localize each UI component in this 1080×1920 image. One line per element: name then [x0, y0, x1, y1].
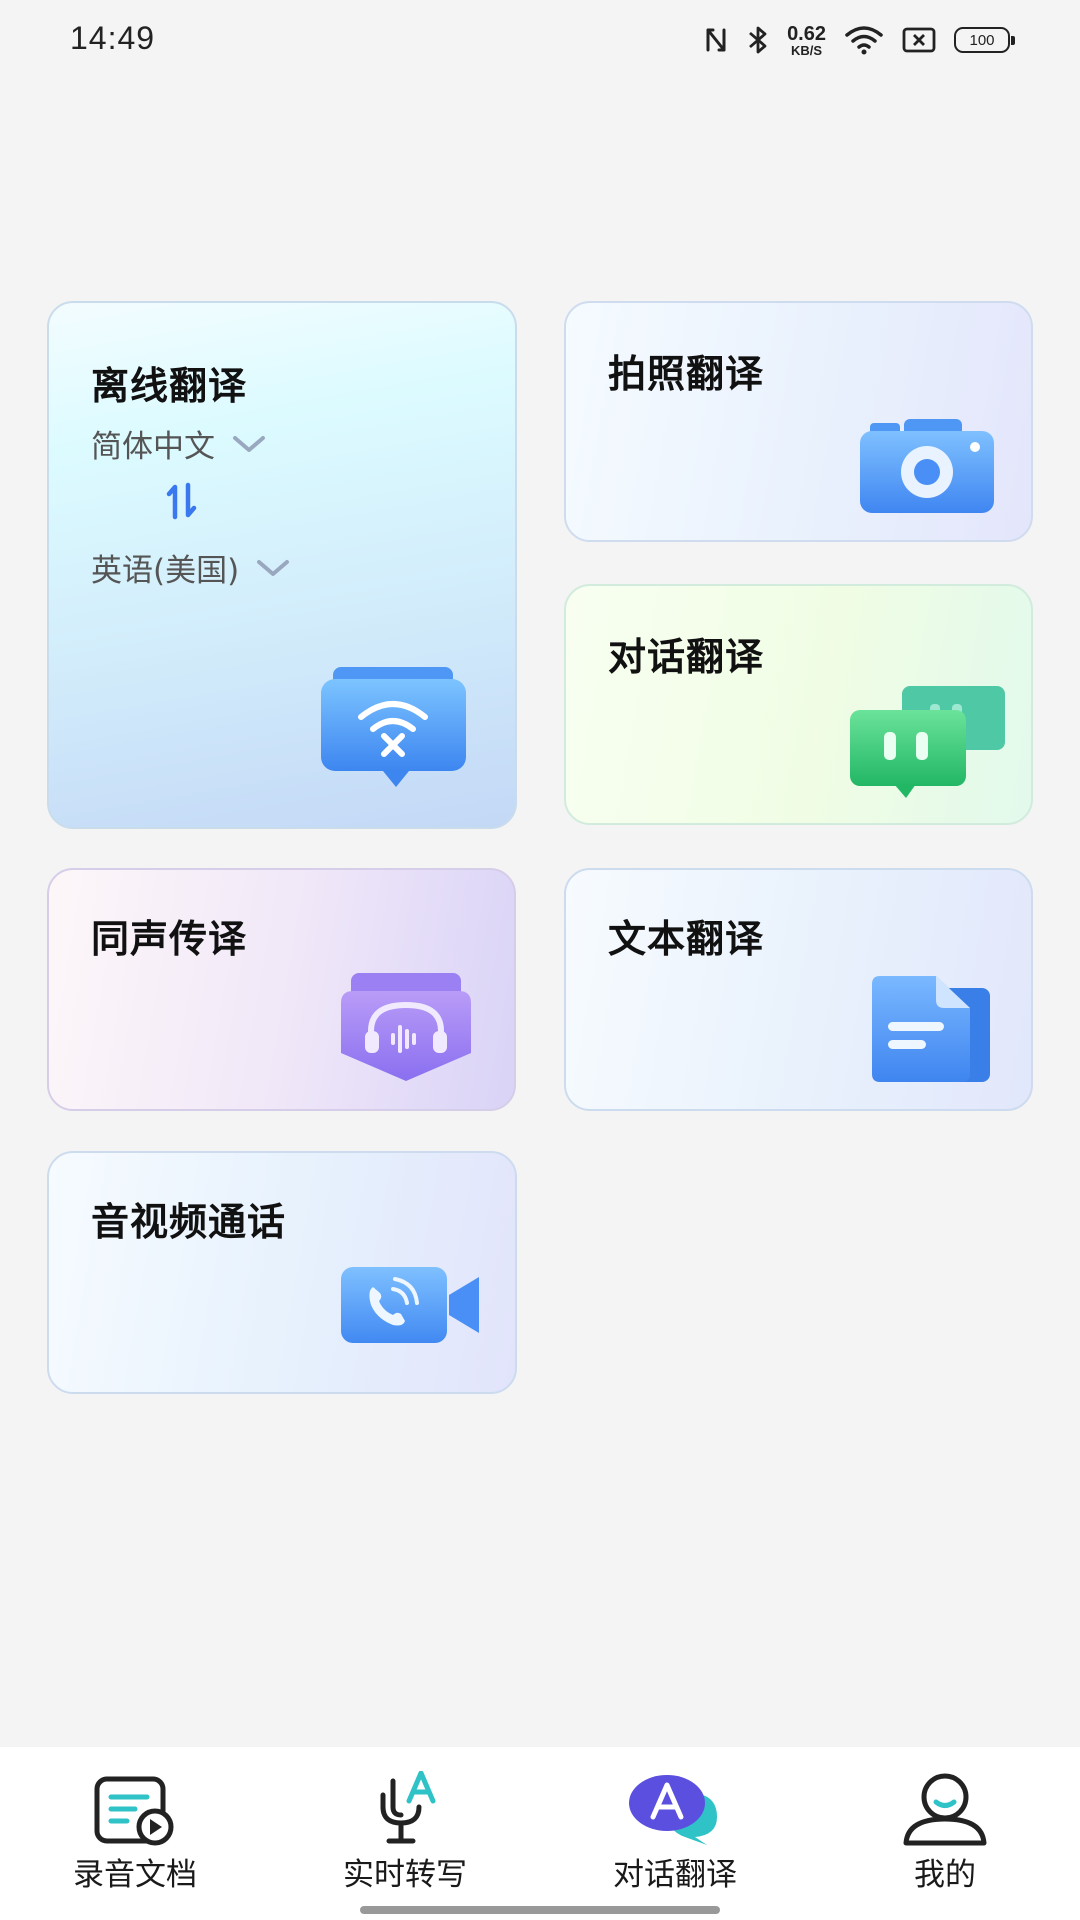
home-indicator[interactable]	[360, 1906, 720, 1914]
sim-off-icon	[902, 27, 936, 53]
wifi-icon	[844, 25, 884, 55]
audio-video-call-card[interactable]: 音视频通话	[47, 1151, 517, 1394]
status-bar: 14:49 0.62 KB/S 100	[0, 0, 1080, 80]
dialog-translate-icon	[627, 1771, 723, 1851]
nav-item-profile[interactable]: 我的	[810, 1747, 1080, 1893]
net-speed: 0.62 KB/S	[787, 22, 826, 58]
card-title: 同声传译	[91, 917, 248, 961]
document-icon	[872, 974, 992, 1088]
chevron-down-icon	[231, 426, 267, 462]
chevron-down-icon	[255, 550, 291, 586]
card-title: 文本翻译	[608, 917, 765, 961]
wifi-off-chat-icon	[321, 667, 471, 796]
recording-doc-icon	[93, 1775, 177, 1851]
source-language-select[interactable]: 简体中文	[91, 421, 267, 466]
nav-label: 我的	[914, 1857, 976, 1893]
text-translate-card[interactable]: 文本翻译	[564, 868, 1033, 1111]
camera-icon	[860, 419, 995, 518]
status-icons: 0.62 KB/S 100	[703, 22, 1015, 58]
chat-bubbles-icon	[850, 686, 1010, 805]
source-language-label: 简体中文	[91, 429, 215, 465]
bluetooth-icon	[747, 25, 769, 55]
battery-icon: 100	[954, 27, 1015, 53]
offline-translate-card[interactable]: 离线翻译 简体中文 英语(美国)	[47, 301, 517, 829]
target-language-label: 英语(美国)	[91, 553, 240, 589]
video-call-icon	[341, 1265, 481, 1349]
status-time: 14:49	[70, 20, 156, 56]
target-language-select[interactable]: 英语(美国)	[91, 545, 291, 590]
nav-item-recording-docs[interactable]: 录音文档	[0, 1747, 270, 1893]
dialog-translate-card[interactable]: 对话翻译	[564, 584, 1033, 825]
headset-icon	[341, 973, 471, 1087]
nav-label: 实时转写	[343, 1857, 467, 1893]
profile-icon	[902, 1771, 988, 1851]
card-title: 对话翻译	[608, 635, 765, 679]
card-title: 离线翻译	[91, 364, 248, 408]
nav-item-dialog-translate[interactable]: 对话翻译	[540, 1747, 810, 1893]
card-title: 拍照翻译	[608, 352, 765, 396]
simultaneous-interpretation-card[interactable]: 同声传译	[47, 868, 516, 1111]
nav-label: 对话翻译	[613, 1857, 737, 1893]
mic-transcribe-icon	[363, 1770, 447, 1851]
nav-label: 录音文档	[73, 1857, 197, 1893]
nfc-icon	[703, 26, 729, 54]
nav-item-realtime-transcribe[interactable]: 实时转写	[270, 1747, 540, 1893]
bottom-navigation: 录音文档 实时转写 对话翻译 我的	[0, 1747, 1080, 1920]
swap-languages-icon[interactable]	[165, 481, 199, 525]
photo-translate-card[interactable]: 拍照翻译	[564, 301, 1033, 542]
card-title: 音视频通话	[91, 1200, 287, 1244]
